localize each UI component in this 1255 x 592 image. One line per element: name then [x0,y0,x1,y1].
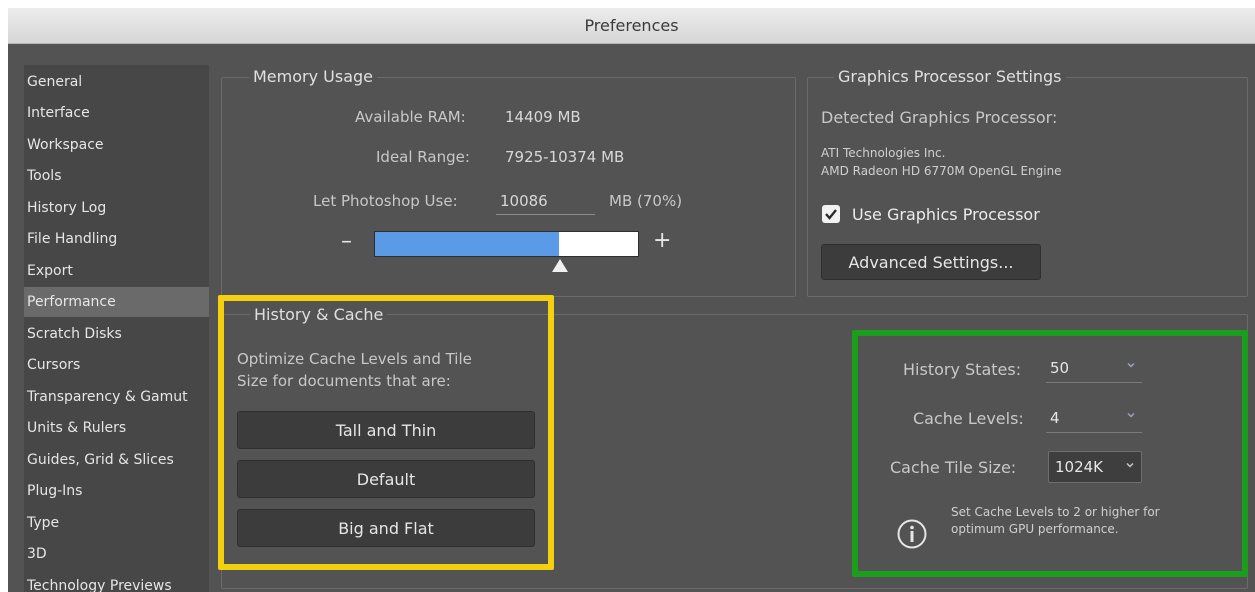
sidebar-item-technology-previews[interactable]: Technology Previews [24,571,209,592]
sidebar-item-transparency-gamut[interactable]: Transparency & Gamut [24,382,209,412]
sidebar-item-general[interactable]: General [24,67,209,97]
title-bar: Preferences [8,8,1255,44]
sidebar-item-interface[interactable]: Interface [24,98,209,128]
ideal-range-value: 7925-10374 MB [505,148,625,166]
increase-memory-button[interactable]: + [653,228,671,253]
sidebar-item-performance[interactable]: Performance [24,287,209,317]
checkbox-checked-icon[interactable] [821,204,841,224]
graphics-processor-title: Graphics Processor Settings [834,67,1066,86]
sidebar-item-file-handling[interactable]: File Handling [24,224,209,254]
sidebar-item-3d[interactable]: 3D [24,539,209,569]
yellow-highlight-box [218,295,554,570]
sidebar-item-units-rulers[interactable]: Units & Rulers [24,413,209,443]
available-ram-value: 14409 MB [505,108,581,126]
available-ram-label: Available RAM: [355,108,466,126]
preferences-window: Preferences General Interface Workspace … [8,8,1255,592]
advanced-settings-button[interactable]: Advanced Settings... [821,244,1041,280]
sidebar-item-plug-ins[interactable]: Plug-Ins [24,476,209,506]
let-photoshop-use-label: Let Photoshop Use: [313,192,458,210]
memory-slider-track[interactable] [374,231,639,257]
detected-gpu-label: Detected Graphics Processor: [821,108,1058,127]
memory-input-value: 10086 [500,192,548,210]
use-gpu-label[interactable]: Use Graphics Processor [852,205,1040,224]
sidebar-item-history-log[interactable]: History Log [24,193,209,223]
window-title: Preferences [584,16,679,35]
decrease-memory-button[interactable]: – [341,229,352,254]
memory-input-field[interactable]: 10086 [496,187,595,215]
memory-unit-label: MB (70%) [609,192,683,210]
memory-usage-title: Memory Usage [249,67,378,86]
sidebar-item-type[interactable]: Type [24,508,209,538]
preferences-content: General Interface Workspace Tools Histor… [8,45,1255,592]
gpu-model: AMD Radeon HD 6770M OpenGL Engine [821,164,1062,178]
sidebar-item-workspace[interactable]: Workspace [24,130,209,160]
sidebar-item-guides-grid-slices[interactable]: Guides, Grid & Slices [24,445,209,475]
memory-slider-handle[interactable] [551,259,568,272]
sidebar-item-scratch-disks[interactable]: Scratch Disks [24,319,209,349]
green-highlight-box [852,330,1248,577]
gpu-vendor: ATI Technologies Inc. [821,146,946,160]
sidebar-item-export[interactable]: Export [24,256,209,286]
ideal-range-label: Ideal Range: [376,148,470,166]
sidebar-item-cursors[interactable]: Cursors [24,350,209,380]
sidebar: General Interface Workspace Tools Histor… [24,65,209,592]
sidebar-item-tools[interactable]: Tools [24,161,209,191]
memory-slider-fill [375,232,560,256]
